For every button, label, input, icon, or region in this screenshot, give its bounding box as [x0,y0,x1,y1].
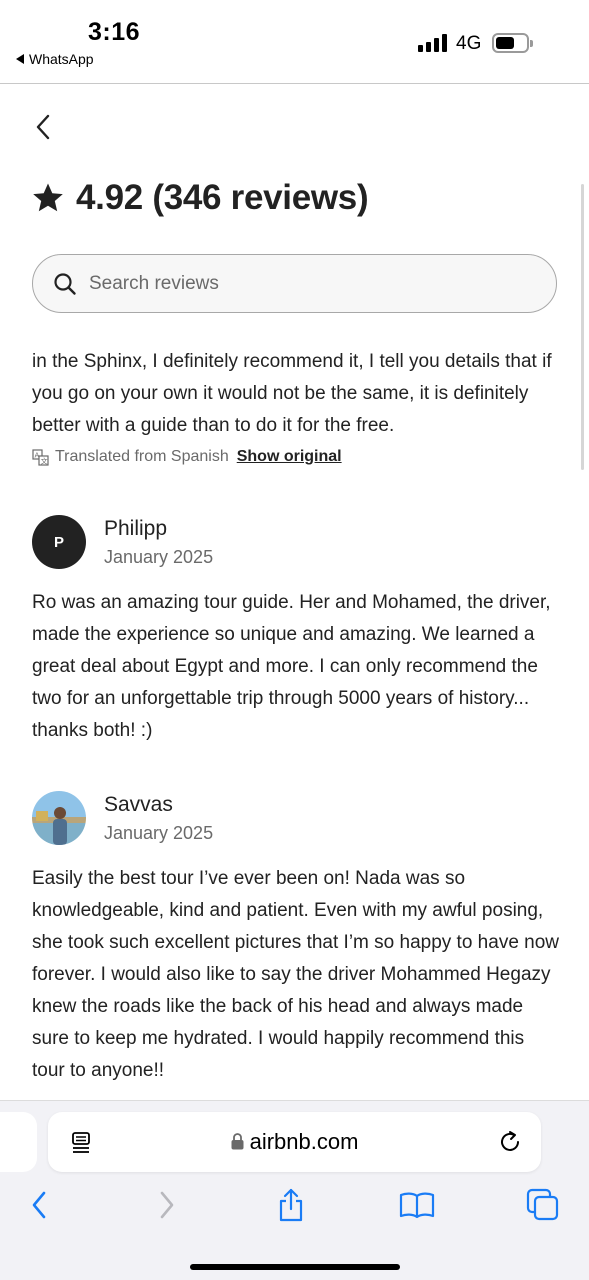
status-bar: 3:16 WhatsApp 4G [0,0,589,84]
translated-label: Translated from Spanish [55,448,229,465]
reload-icon[interactable] [497,1129,523,1155]
bookmarks-icon [399,1192,435,1219]
back-triangle-icon [16,54,24,64]
back-to-app-link[interactable]: WhatsApp [16,51,94,67]
review-date: January 2025 [104,822,214,843]
reviewer-header: Savvas January 2025 [32,791,213,845]
review-date: January 2025 [104,546,214,567]
avatar-photo [32,791,86,845]
url-text: airbnb.com [249,1129,359,1154]
search-icon [54,272,76,295]
review-text: Ro was an amazing tour guide. Her and Mo… [32,592,551,741]
avatar[interactable]: P [32,515,86,569]
address-bar[interactable]: airbnb.com [48,1112,541,1172]
search-input[interactable] [89,272,509,295]
share-icon [279,1188,303,1222]
translation-note: A 文 Translated from Spanish Show origina… [32,448,342,466]
chevron-right-icon [160,1191,174,1219]
signal-icon [418,34,448,52]
lock-icon [231,1133,244,1150]
translate-icon: A 文 [32,448,49,466]
search-bar[interactable] [32,254,557,313]
show-original-link[interactable]: Show original [237,448,342,466]
reviewer-name: Savvas [104,792,173,816]
network-type: 4G [456,33,482,54]
avatar[interactable] [32,791,86,845]
browser-toolbar: airbnb.com [0,1100,589,1280]
review-text: in the Sphinx, I definitely recommend it… [32,351,552,436]
back-button[interactable] [26,110,60,144]
review-text: Easily the best tour I’ve ever been on! … [32,868,560,1081]
reviewer-name: Philipp [104,516,168,540]
star-icon [33,183,63,212]
share-button[interactable] [273,1187,309,1223]
chevron-left-icon [36,114,50,140]
battery-icon [492,33,533,53]
reviewer-header: P Philipp January 2025 [32,515,213,569]
tabs-icon [526,1188,559,1221]
scroll-indicator[interactable] [581,184,584,470]
bookmarks-button[interactable] [399,1187,435,1223]
browser-forward-button[interactable] [149,1187,185,1223]
rating-header: 4.92 (346 reviews) [32,178,369,218]
svg-text:文: 文 [41,456,48,465]
back-app-label: WhatsApp [29,51,94,67]
previous-tab-preview[interactable] [0,1112,37,1172]
tabs-button[interactable] [525,1187,561,1223]
home-indicator[interactable] [190,1264,400,1270]
status-time: 3:16 [88,18,141,46]
rating-title: 4.92 (346 reviews) [76,178,369,217]
browser-back-button[interactable] [21,1187,57,1223]
chevron-left-icon [32,1191,46,1219]
